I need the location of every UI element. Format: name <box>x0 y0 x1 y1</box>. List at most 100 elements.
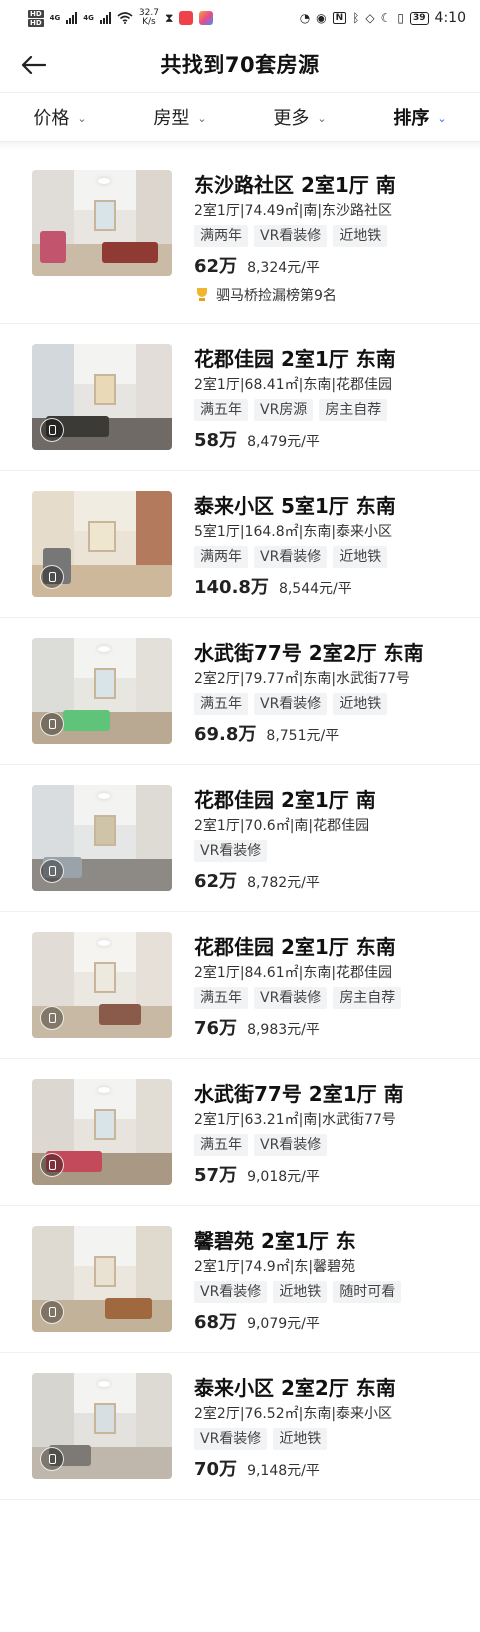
listing-tags: 满五年 VR看装修 <box>194 1134 448 1156</box>
listing-info: 花郡佳园 2室1厅 南 2室1厅|70.6㎡|南|花郡佳园 VR看装修 62万 … <box>194 785 448 893</box>
arrow-left-icon <box>21 55 46 75</box>
unit-price: 8,782元/平 <box>247 875 320 891</box>
ranking-badge[interactable]: 驷马桥捡漏榜第9名 <box>194 285 448 305</box>
listing-info: 泰来小区 5室1厅 东南 5室1厅|164.8㎡|东南|泰来小区 满两年 VR看… <box>194 491 448 599</box>
data-saver-icon: ◔ <box>299 11 311 25</box>
listing-title[interactable]: 泰来小区 2室2厅 东南 <box>194 1375 448 1401</box>
listing-meta: 2室1厅|74.49㎡|南|东沙路社区 <box>194 203 393 219</box>
price-row: 69.8万 8,751元/平 <box>194 720 448 746</box>
listing-photo[interactable] <box>32 638 172 744</box>
chevron-down-icon: ⌄ <box>77 111 87 125</box>
filter-label: 更多 <box>273 108 310 129</box>
hd-indicator: HD HD <box>28 9 44 27</box>
listing-title[interactable]: 水武街77号 2室2厅 东南 <box>194 640 448 666</box>
total-price: 57万 <box>194 1165 238 1186</box>
listing-item[interactable]: 花郡佳园 2室1厅 南 2室1厅|70.6㎡|南|花郡佳园 VR看装修 62万 … <box>0 785 480 912</box>
listing-meta: 5室1厅|164.8㎡|东南|泰来小区 <box>194 524 393 540</box>
unit-price: 8,983元/平 <box>247 1022 320 1038</box>
filter-label: 排序 <box>393 108 430 129</box>
clock: 4:10 <box>434 10 466 26</box>
listing-item[interactable]: 水武街77号 2室1厅 南 2室1厅|63.21㎡|南|水武街77号 满五年 V… <box>0 1079 480 1206</box>
listing-info: 泰来小区 2室2厅 东南 2室2厅|76.52㎡|东南|泰来小区 VR看装修 近… <box>194 1373 448 1481</box>
listing-tags: 满两年 VR看装修 近地铁 <box>194 225 448 247</box>
net-speed: 32.7 K/s <box>139 9 159 27</box>
filter-layout[interactable]: 房型 ⌄ <box>120 93 240 141</box>
unit-price: 8,544元/平 <box>278 581 352 597</box>
listing-photo[interactable] <box>32 491 172 597</box>
net-type-1: 4G <box>49 14 61 22</box>
listing-tag: 满五年 <box>194 987 248 1009</box>
battery-icon: 39 <box>410 11 429 25</box>
net-type-2: 4G <box>83 14 94 22</box>
listing-item[interactable]: 泰来小区 2室2厅 东南 2室2厅|76.52㎡|东南|泰来小区 VR看装修 近… <box>0 1373 480 1500</box>
vibrate-icon: ▯ <box>397 11 405 25</box>
listing-title[interactable]: 东沙路社区 2室1厅 南 <box>194 172 448 198</box>
hd-label-2: HD <box>28 18 44 27</box>
listing-tag: 房主自荐 <box>319 399 388 421</box>
listing-photo[interactable] <box>32 1079 172 1185</box>
listing-item[interactable]: 花郡佳园 2室1厅 东南 2室1厅|84.61㎡|东南|花郡佳园 满五年 VR看… <box>0 932 480 1059</box>
listing-tag: VR看装修 <box>254 693 328 715</box>
status-left: HD HD 4G 4G 32.7 K/s ⧗ <box>28 9 214 27</box>
price-row: 76万 8,983元/平 <box>194 1014 448 1040</box>
listing-info: 馨碧苑 2室1厅 东 2室1厅|74.9㎡|东|馨碧苑 VR看装修 近地铁 随时… <box>194 1226 448 1334</box>
listing-tag: 近地铁 <box>273 1281 328 1303</box>
filter-price[interactable]: 价格 ⌄ <box>0 93 120 141</box>
listing-title[interactable]: 馨碧苑 2室1厅 东 <box>194 1228 448 1254</box>
price-row: 57万 9,018元/平 <box>194 1161 448 1187</box>
listing-tag: VR看装修 <box>194 1281 268 1303</box>
hd-label-1: HD <box>28 9 44 18</box>
listing-tag: 满两年 <box>194 546 248 568</box>
vr-icon <box>40 1006 64 1030</box>
vr-icon <box>40 712 64 736</box>
back-button[interactable] <box>16 48 50 82</box>
listing-title[interactable]: 水武街77号 2室1厅 南 <box>194 1081 448 1107</box>
listing-tag: 近地铁 <box>273 1428 328 1450</box>
listing-meta: 2室1厅|70.6㎡|南|花郡佳园 <box>194 818 370 834</box>
listing-tags: VR看装修 <box>194 840 448 862</box>
listing-tag: 满两年 <box>194 225 248 247</box>
listing-item[interactable]: 东沙路社区 2室1厅 南 2室1厅|74.49㎡|南|东沙路社区 满两年 VR看… <box>0 170 480 324</box>
total-price: 62万 <box>194 256 238 277</box>
listing-tag: VR看装修 <box>194 1428 268 1450</box>
listing-tag: 近地铁 <box>333 225 388 247</box>
listing-title[interactable]: 泰来小区 5室1厅 东南 <box>194 493 448 519</box>
listing-item[interactable]: 馨碧苑 2室1厅 东 2室1厅|74.9㎡|东|馨碧苑 VR看装修 近地铁 随时… <box>0 1226 480 1353</box>
moon-icon: ☾ <box>380 11 392 25</box>
page-title: 共找到70套房源 <box>160 53 320 77</box>
listing-title[interactable]: 花郡佳园 2室1厅 南 <box>194 787 448 813</box>
listing-photo[interactable] <box>32 785 172 891</box>
unit-price: 9,148元/平 <box>247 1463 320 1479</box>
listing-item[interactable]: 泰来小区 5室1厅 东南 5室1厅|164.8㎡|东南|泰来小区 满两年 VR看… <box>0 491 480 618</box>
unit-price: 9,079元/平 <box>247 1316 320 1332</box>
total-price: 76万 <box>194 1018 238 1039</box>
listing-tag: 满五年 <box>194 693 248 715</box>
listing-tag: VR看装修 <box>254 546 328 568</box>
listing-tag: VR看装修 <box>194 840 268 862</box>
listing-title[interactable]: 花郡佳园 2室1厅 东南 <box>194 934 448 960</box>
signal-icon-2 <box>99 12 111 24</box>
listing-photo[interactable] <box>32 1373 172 1479</box>
listing-item[interactable]: 花郡佳园 2室1厅 东南 2室1厅|68.41㎡|东南|花郡佳园 满五年 VR房… <box>0 344 480 471</box>
price-row: 70万 9,148元/平 <box>194 1455 448 1481</box>
listing-tag: 满五年 <box>194 399 248 421</box>
listing-photo[interactable] <box>32 932 172 1038</box>
total-price: 58万 <box>194 430 238 451</box>
listing-item[interactable]: 水武街77号 2室2厅 东南 2室2厅|79.77㎡|东南|水武街77号 满五年… <box>0 638 480 765</box>
eye-icon: ◉ <box>316 11 327 25</box>
price-row: 62万 8,324元/平 <box>194 252 448 278</box>
nfc-icon: N <box>332 12 347 24</box>
listing-list: 东沙路社区 2室1厅 南 2室1厅|74.49㎡|南|东沙路社区 满两年 VR看… <box>0 150 480 1500</box>
filter-shadow <box>0 142 480 150</box>
listing-photo[interactable] <box>32 344 172 450</box>
vr-icon <box>40 1447 64 1471</box>
listing-tag: 随时可看 <box>333 1281 402 1303</box>
listing-photo[interactable] <box>32 170 172 276</box>
listing-photo[interactable] <box>32 1226 172 1332</box>
listing-title[interactable]: 花郡佳园 2室1厅 东南 <box>194 346 448 372</box>
filter-sort[interactable]: 排序 ⌄ <box>360 93 480 141</box>
unit-price: 8,479元/平 <box>247 434 320 450</box>
listing-tag: VR房源 <box>254 399 314 421</box>
filter-more[interactable]: 更多 ⌄ <box>240 93 360 141</box>
wifi-icon <box>117 12 133 24</box>
